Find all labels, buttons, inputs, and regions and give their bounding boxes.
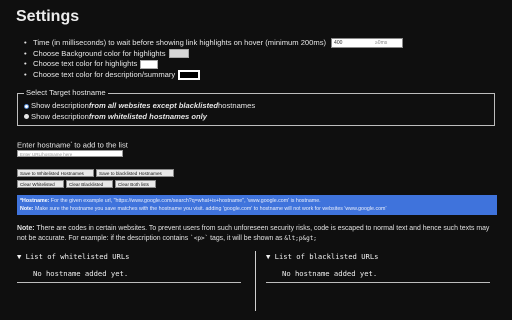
hostname-note: Note: Make sure the hostname you save ma…	[20, 205, 494, 213]
option-bg-color: • Choose Background color for highlights	[24, 49, 403, 60]
save-blacklist-button[interactable]: Save to blacklisted Hostnames	[96, 169, 174, 177]
security-note-text-b: tags, it will be shown as	[208, 235, 285, 242]
whitelist-toggle[interactable]: ▼ List of whitelisted URLs	[17, 252, 130, 261]
bg-color-picker[interactable]	[168, 49, 189, 59]
desc-color-picker[interactable]	[178, 70, 201, 81]
bullet-icon: •	[24, 48, 27, 58]
page-title: Settings	[16, 8, 80, 25]
delay-input[interactable]: 400 ≥0ms	[331, 38, 404, 49]
bg-color-label: Choose Background color for highlights	[33, 48, 166, 58]
hostname-info-box: *Hostname: For the given example url, "h…	[17, 195, 497, 215]
clear-whitelist-button[interactable]: Clear Whitelisted	[17, 180, 64, 188]
bullet-icon: •	[24, 59, 27, 69]
hostname-input[interactable]: Enter URL/hostname here	[17, 150, 123, 157]
desc-color-label: Choose text color for description/summar…	[33, 69, 176, 79]
text-color-picker[interactable]	[140, 59, 159, 69]
hostname-note-label: Note:	[20, 206, 34, 212]
hostname-label: Enter hostname* to add to the list	[17, 140, 128, 150]
hostname-note-text: Make sure the hostname you save matches …	[33, 206, 387, 212]
delay-unit: ≥0ms	[375, 40, 388, 47]
radio1-bold: from all websites except blacklisted	[88, 101, 218, 110]
security-note-code1: `<p>`	[190, 235, 209, 242]
hostname-definition: *Hostname: For the given example url, "h…	[20, 197, 494, 205]
text-color-label: Choose text color for highlights	[33, 59, 138, 69]
bullet-icon: •	[24, 69, 27, 79]
target-radios: Show description from all websites excep…	[24, 101, 255, 122]
hostname-def-label: *Hostname:	[20, 198, 50, 204]
clear-both-button[interactable]: Clear Both lists	[115, 180, 156, 188]
radio2-bold: from whitelisted hostnames only	[88, 111, 207, 121]
delay-value: 400	[334, 40, 343, 47]
option-delay: • Time (in milliseconds) to wait before …	[24, 38, 404, 49]
hostname-label-b: to add to the list	[72, 140, 128, 150]
radio2-prefix: Show description	[31, 111, 89, 121]
hostname-def-text: For the given example url, "https://www.…	[49, 198, 321, 204]
clear-blacklist-button[interactable]: Clear Blacklisted	[66, 180, 113, 188]
option-text-color: • Choose text color for highlights	[24, 59, 403, 70]
options-list: • Time (in milliseconds) to wait before …	[24, 38, 404, 81]
option-desc-color: • Choose text color for description/summ…	[24, 70, 403, 81]
blacklist-toggle[interactable]: ▼ List of blacklisted URLs	[266, 252, 379, 261]
bullet-icon: •	[24, 38, 27, 47]
radio1-suffix: hostnames	[218, 101, 256, 110]
delay-label: Time (in milliseconds) to wait before sh…	[33, 38, 327, 47]
radio-except-blacklisted[interactable]: Show description from all websites excep…	[24, 101, 255, 112]
security-note: Note: There are codes in certain website…	[17, 224, 495, 244]
whitelist-divider	[17, 282, 241, 283]
radio-selected-icon[interactable]	[24, 103, 29, 109]
hostname-label-a: Enter hostname	[17, 140, 71, 150]
radio-whitelisted-only[interactable]: Show description from whitelisted hostna…	[24, 112, 255, 123]
blacklist-empty: No hostname added yet.	[282, 269, 378, 278]
radio-unselected-icon[interactable]	[24, 114, 29, 120]
whitelist-empty: No hostname added yet.	[33, 269, 129, 278]
security-note-code2: &lt;p&gt;	[284, 235, 317, 242]
blacklist-divider	[266, 282, 490, 283]
save-whitelist-button[interactable]: Save to Whitelisted Hostnames	[17, 169, 94, 177]
target-legend: Select Target hostname	[24, 88, 108, 97]
security-note-label: Note:	[17, 225, 35, 232]
radio1-prefix: Show description	[31, 101, 89, 110]
column-divider	[255, 251, 256, 311]
